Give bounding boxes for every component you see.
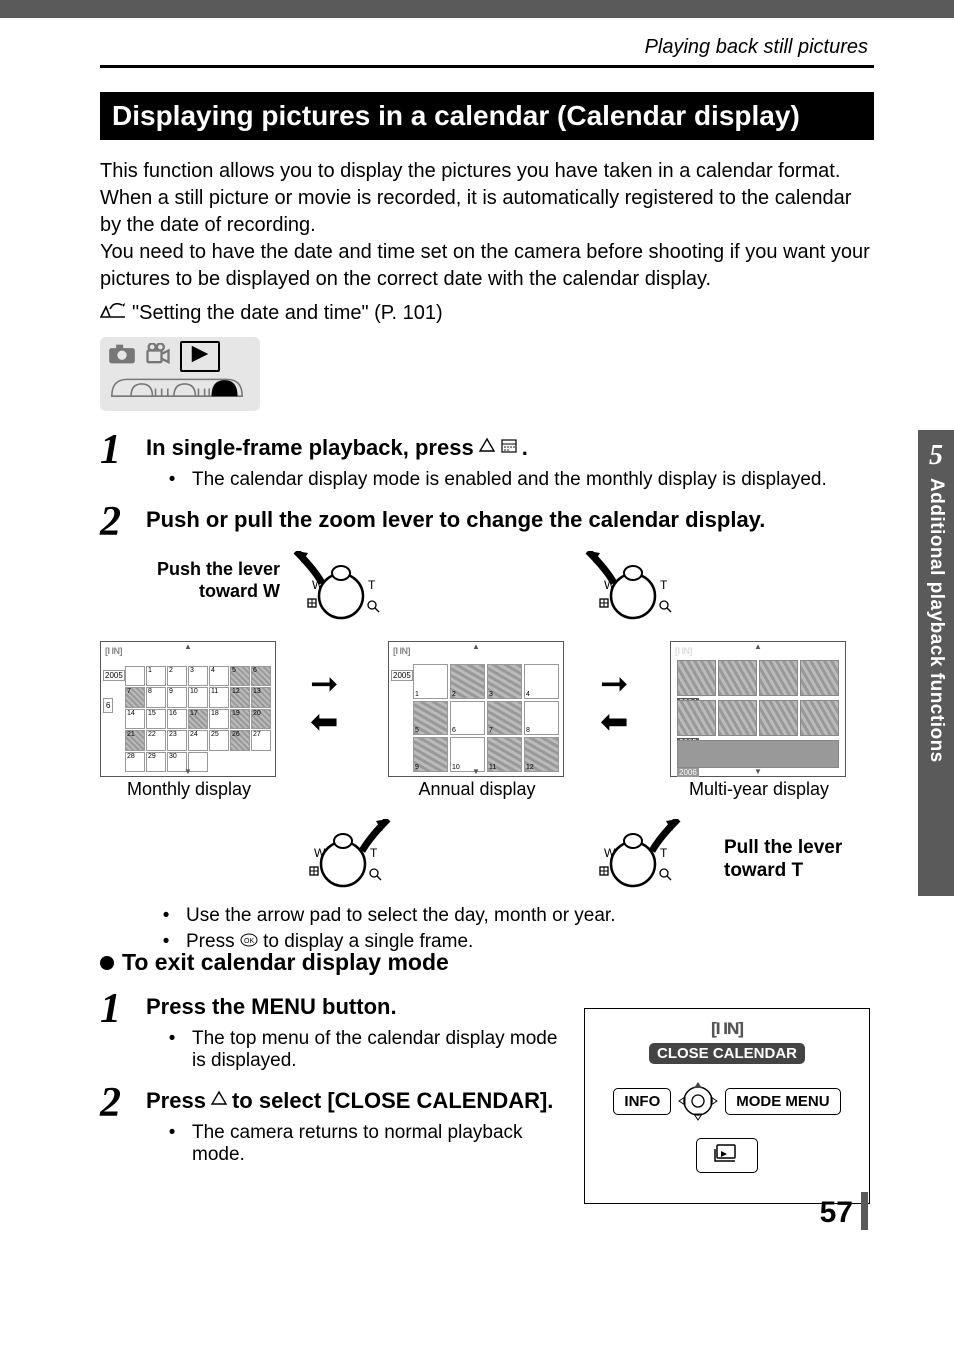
step-2-bullets: Use the arrow pad to select the day, mon… [160, 905, 760, 957]
multiyear-display: ▲ [I IN] 2004 2005 2006 ▼ Multi-year dis… [670, 641, 848, 800]
arrow-right-icon: ➞ [600, 671, 629, 698]
monthly-display: ▲ [I IN] 2005 6 123456789101112131415161… [100, 641, 278, 800]
arrow-left-icon: ⬅ [310, 709, 339, 736]
page-marker-bar [861, 1192, 868, 1230]
zoom-lever-icon: WT [578, 551, 688, 621]
exit-step-2-bullets: The camera returns to normal playback mo… [166, 1122, 564, 1166]
exit-step-2-bullet: The camera returns to normal playback mo… [186, 1122, 564, 1166]
step-1-heading-b: . [522, 435, 528, 461]
menu-screen: [I IN] CLOSE CALENDAR INFO [584, 1008, 870, 1204]
step-number: 1 [100, 429, 128, 471]
step-2-bullet-2: Press OK to display a single frame. [180, 931, 760, 953]
intro-paragraph: This function allows you to display the … [100, 158, 874, 293]
svg-text:T: T [660, 578, 668, 592]
page-number-row: 57 [820, 1192, 868, 1230]
arrow-left-icon: ⬅ [600, 709, 629, 736]
arrow-right-icon: ➞ [310, 671, 339, 698]
pull-lever-label: Pull the lever toward T [724, 837, 874, 883]
mode-menu-button[interactable]: MODE MENU [725, 1088, 840, 1115]
svg-text:T: T [370, 846, 378, 860]
dial-slider-icon [108, 372, 246, 402]
zoom-lever-icon: WT [288, 819, 398, 889]
monthly-caption: Monthly display [100, 779, 278, 800]
close-calendar-option[interactable]: CLOSE CALENDAR [649, 1043, 805, 1064]
zoom-lever-icon: W T [286, 551, 396, 621]
step-1-bullets: The calendar display mode is enabled and… [166, 469, 874, 491]
calendar-small-icon [500, 435, 518, 461]
svg-text:W: W [604, 846, 616, 860]
step-1: 1 In single-frame playback, press . The … [100, 429, 874, 495]
ok-button-icon: OK [240, 931, 258, 953]
page-number: 57 [820, 1196, 853, 1230]
push-lever-label: Push the lever toward W [100, 559, 280, 602]
exit-step-2-heading: Press to select [CLOSE CALENDAR]. [146, 1088, 564, 1114]
section-title: Displaying pictures in a calendar (Calen… [100, 92, 874, 140]
svg-text:W: W [314, 846, 326, 860]
w-label: W [312, 578, 324, 592]
step-number: 2 [100, 501, 128, 543]
up-arrow-icon [478, 435, 496, 461]
camera-icon [108, 343, 136, 370]
mode-dial-illustration [100, 337, 260, 411]
svg-text:T: T [660, 846, 668, 860]
playback-thumbnail-button[interactable] [696, 1138, 758, 1173]
annual-display: ▲ [I IN] 2005 123456789101112 ▼ Annual d… [388, 641, 566, 800]
step-number: 2 [100, 1082, 128, 1124]
arrow-pad-icon[interactable] [677, 1080, 719, 1122]
svg-text:OK: OK [244, 938, 254, 945]
step-1-bullet: The calendar display mode is enabled and… [186, 469, 874, 491]
step-2-bullet-1: Use the arrow pad to select the day, mon… [180, 905, 760, 927]
annual-caption: Annual display [388, 779, 566, 800]
exit-step-1-heading: Press the MENU button. [146, 994, 564, 1020]
step-1-heading-a: In single-frame playback, press [146, 435, 474, 461]
menu-brand: [I IN] [595, 1019, 859, 1039]
exit-step-2: 2 Press to select [CLOSE CALENDAR]. The … [100, 1082, 564, 1170]
playback-icon [180, 341, 220, 372]
step-number: 1 [100, 988, 128, 1030]
exit-step-1-bullets: The top menu of the calendar display mod… [166, 1028, 564, 1072]
cross-reference-text: "Setting the date and time" (P. 101) [132, 302, 443, 325]
step-2-heading: Push or pull the zoom lever to change th… [146, 507, 874, 533]
running-head: Playing back still pictures [100, 36, 868, 59]
reference-icon [100, 301, 126, 325]
multiyear-caption: Multi-year display [670, 779, 848, 800]
step-2: 2 Push or pull the zoom lever to change … [100, 501, 874, 543]
movie-icon [144, 343, 172, 370]
zoom-lever-icon: WT [578, 819, 688, 889]
svg-text:W: W [604, 578, 616, 592]
up-arrow-icon [210, 1088, 228, 1114]
cross-reference: "Setting the date and time" (P. 101) [100, 301, 874, 325]
t-label: T [368, 578, 376, 592]
info-button[interactable]: INFO [613, 1088, 671, 1115]
bullet-circle-icon [100, 956, 114, 970]
exit-step-1-bullet: The top menu of the calendar display mod… [186, 1028, 564, 1072]
zoom-flow-diagram: Push the lever toward W W T WT [100, 549, 874, 939]
exit-step-1: 1 Press the MENU button. The top menu of… [100, 988, 564, 1076]
step-1-heading: In single-frame playback, press . [146, 435, 874, 461]
header-rule [100, 65, 874, 68]
